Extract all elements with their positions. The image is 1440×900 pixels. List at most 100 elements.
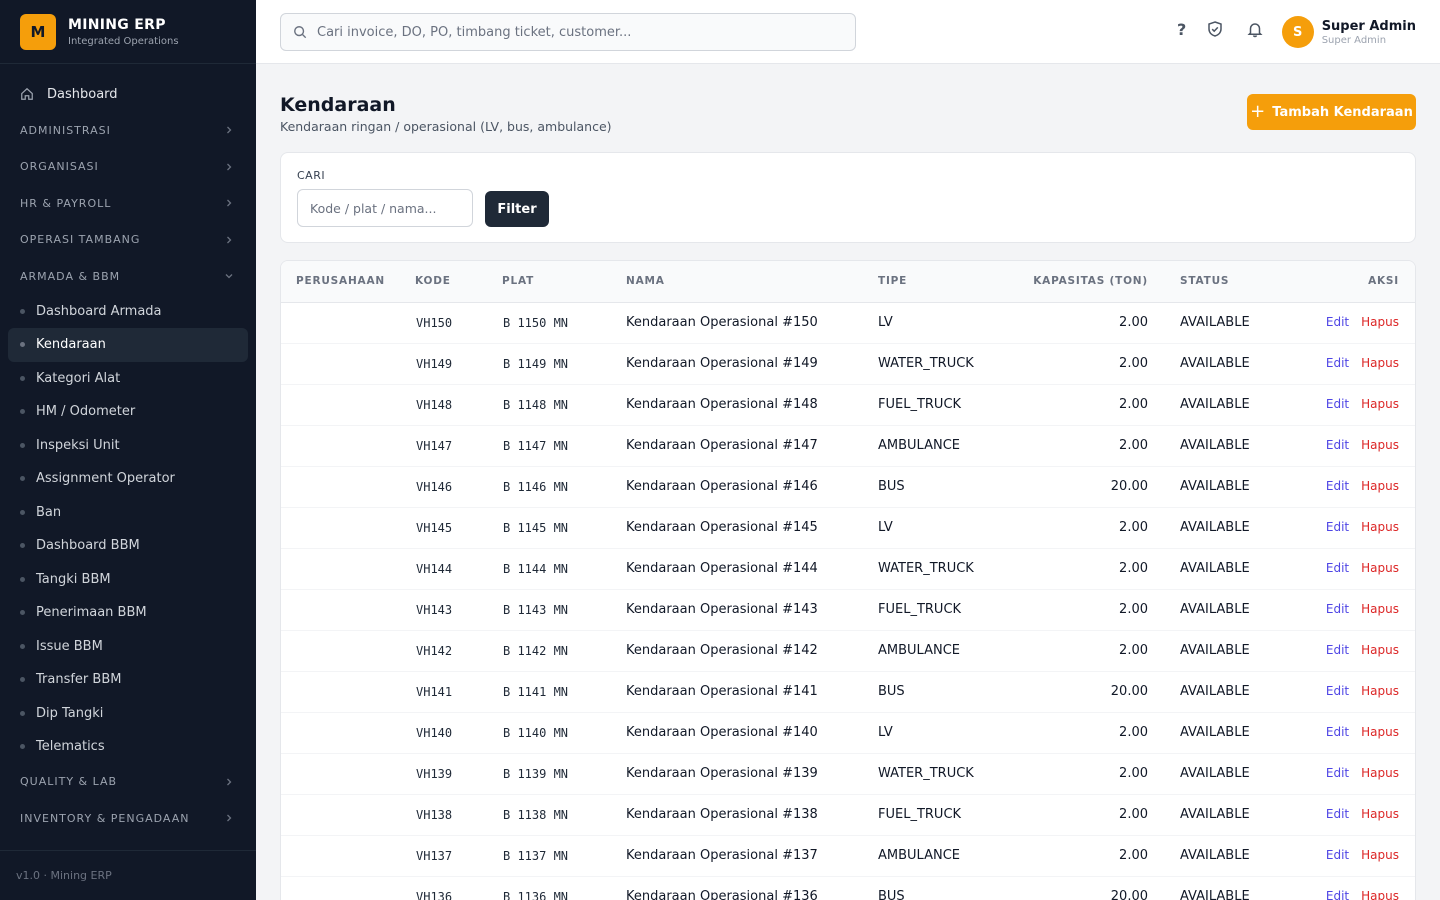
delete-link[interactable]: Hapus: [1361, 807, 1399, 821]
delete-link[interactable]: Hapus: [1361, 356, 1399, 370]
add-vehicle-button[interactable]: + Tambah Kendaraan: [1247, 94, 1416, 130]
cell-nama: Kendaraan Operasional #139: [626, 753, 878, 795]
edit-link[interactable]: Edit: [1326, 397, 1349, 411]
edit-link[interactable]: Edit: [1326, 602, 1349, 616]
edit-link[interactable]: Edit: [1326, 643, 1349, 657]
chevron-right-icon: [227, 814, 232, 822]
sidebar-section-label: ORGANISASI: [20, 160, 99, 174]
sidebar-section-administrasi[interactable]: ADMINISTRASI: [0, 112, 256, 149]
edit-link[interactable]: Edit: [1326, 725, 1349, 739]
sidebar-section-armada-bbm[interactable]: ARMADA & BBM: [0, 258, 256, 295]
bell-icon[interactable]: [1246, 20, 1264, 38]
bullet-icon: [20, 643, 25, 649]
sidebar-section-hr-payroll[interactable]: HR & PAYROLL: [0, 185, 256, 222]
delete-link[interactable]: Hapus: [1361, 684, 1399, 698]
cell-kode: VH141: [415, 671, 502, 713]
edit-link[interactable]: Edit: [1326, 889, 1349, 900]
cell-nama: Kendaraan Operasional #145: [626, 507, 878, 549]
sidebar-item-assignment-operator[interactable]: Assignment Operator: [8, 462, 248, 496]
cell-perusahaan: [281, 835, 415, 877]
col-header-tipe[interactable]: TIPE: [878, 261, 1008, 303]
delete-link[interactable]: Hapus: [1361, 520, 1399, 534]
sidebar-item-tangki-bbm[interactable]: Tangki BBM: [8, 563, 248, 597]
brand-logo[interactable]: M: [20, 13, 56, 50]
page-title: Kendaraan: [280, 94, 396, 116]
delete-link[interactable]: Hapus: [1361, 766, 1399, 780]
cell-plat: B 1141 MN: [502, 671, 626, 713]
col-header-status[interactable]: STATUS: [1148, 261, 1270, 303]
cell-kode: VH142: [415, 630, 502, 672]
sidebar-item-issue-bbm[interactable]: Issue BBM: [8, 630, 248, 664]
col-header-nama[interactable]: NAMA: [626, 261, 878, 303]
delete-link[interactable]: Hapus: [1361, 561, 1399, 575]
edit-link[interactable]: Edit: [1326, 438, 1349, 452]
delete-link[interactable]: Hapus: [1361, 602, 1399, 616]
page-header: Kendaraan Kendaraan ringan / operasional…: [280, 64, 1416, 152]
sidebar-section-quality-lab[interactable]: QUALITY & LAB: [0, 764, 256, 801]
delete-link[interactable]: Hapus: [1361, 889, 1399, 900]
sidebar-item-penerimaan-bbm[interactable]: Penerimaan BBM: [8, 596, 248, 630]
user-role: Super Admin: [1321, 34, 1387, 46]
cell-kapasitas: 2.00: [1008, 835, 1148, 877]
sidebar-item-label: Issue BBM: [36, 638, 103, 654]
sidebar-section-inventory-pengadaan[interactable]: INVENTORY & PENGADAAN: [0, 800, 256, 837]
sidebar-item-dashboard-bbm[interactable]: Dashboard BBM: [8, 529, 248, 563]
edit-link[interactable]: Edit: [1326, 848, 1349, 862]
sidebar-section-organisasi[interactable]: ORGANISASI: [0, 149, 256, 186]
search-input[interactable]: [317, 24, 837, 40]
col-header-plat[interactable]: PLAT: [502, 261, 626, 303]
sidebar-item-dip-tangki[interactable]: Dip Tangki: [8, 697, 248, 731]
cell-aksi: Edit Hapus: [1270, 343, 1415, 385]
edit-link[interactable]: Edit: [1326, 479, 1349, 493]
cell-status: AVAILABLE: [1148, 876, 1270, 900]
page-subtitle: Kendaraan ringan / operasional (LV, bus,…: [280, 119, 612, 134]
cell-status: AVAILABLE: [1148, 753, 1270, 795]
sidebar-item-ban[interactable]: Ban: [8, 496, 248, 530]
cell-kapasitas: 2.00: [1008, 548, 1148, 590]
delete-link[interactable]: Hapus: [1361, 315, 1399, 329]
delete-link[interactable]: Hapus: [1361, 438, 1399, 452]
bullet-icon: [20, 509, 25, 515]
filter-button[interactable]: Filter: [485, 191, 549, 227]
sidebar-item-dashboard[interactable]: Dashboard: [0, 76, 256, 112]
sidebar-item-transfer-bbm[interactable]: Transfer BBM: [8, 663, 248, 697]
delete-link[interactable]: Hapus: [1361, 848, 1399, 862]
global-search[interactable]: [280, 13, 856, 51]
edit-link[interactable]: Edit: [1326, 684, 1349, 698]
sidebar-item-hm-odometer[interactable]: HM / Odometer: [8, 395, 248, 429]
cell-plat: B 1148 MN: [502, 384, 626, 426]
col-header-kapasitas[interactable]: KAPASITAS (TON): [1008, 261, 1148, 303]
delete-link[interactable]: Hapus: [1361, 397, 1399, 411]
cell-status: AVAILABLE: [1148, 671, 1270, 713]
cell-tipe: BUS: [878, 466, 1008, 508]
sidebar-item-kategori-alat[interactable]: Kategori Alat: [8, 362, 248, 396]
cell-perusahaan: [281, 384, 415, 426]
edit-link[interactable]: Edit: [1326, 561, 1349, 575]
edit-link[interactable]: Edit: [1326, 807, 1349, 821]
col-header-kode[interactable]: KODE: [415, 261, 502, 303]
help-icon[interactable]: ?: [1174, 21, 1188, 37]
sidebar-section-label: OPERASI TAMBANG: [20, 233, 141, 247]
edit-link[interactable]: Edit: [1326, 520, 1349, 534]
delete-link[interactable]: Hapus: [1361, 479, 1399, 493]
cell-kode: VH140: [415, 712, 502, 754]
delete-link[interactable]: Hapus: [1361, 725, 1399, 739]
chevron-right-icon: [227, 163, 232, 171]
delete-link[interactable]: Hapus: [1361, 643, 1399, 657]
sidebar-item-telematics[interactable]: Telematics: [8, 730, 248, 764]
sidebar-item-inspeksi-unit[interactable]: Inspeksi Unit: [8, 429, 248, 463]
col-header-perusahaan[interactable]: PERUSAHAAN: [281, 261, 415, 303]
cell-status: AVAILABLE: [1148, 794, 1270, 836]
sidebar-section-operasi-tambang[interactable]: OPERASI TAMBANG: [0, 222, 256, 259]
edit-link[interactable]: Edit: [1326, 356, 1349, 370]
edit-link[interactable]: Edit: [1326, 315, 1349, 329]
avatar[interactable]: S: [1281, 16, 1314, 48]
user-menu[interactable]: S Super Admin Super Admin: [1281, 16, 1416, 48]
sidebar-item-kendaraan[interactable]: Kendaraan: [8, 328, 248, 362]
shield-check-icon[interactable]: [1206, 20, 1224, 38]
sidebar-item-dashboard-armada[interactable]: Dashboard Armada: [8, 295, 248, 329]
edit-link[interactable]: Edit: [1326, 766, 1349, 780]
filter-search-input[interactable]: [297, 189, 473, 227]
search-icon: [294, 26, 307, 39]
cell-kode: VH144: [415, 548, 502, 590]
